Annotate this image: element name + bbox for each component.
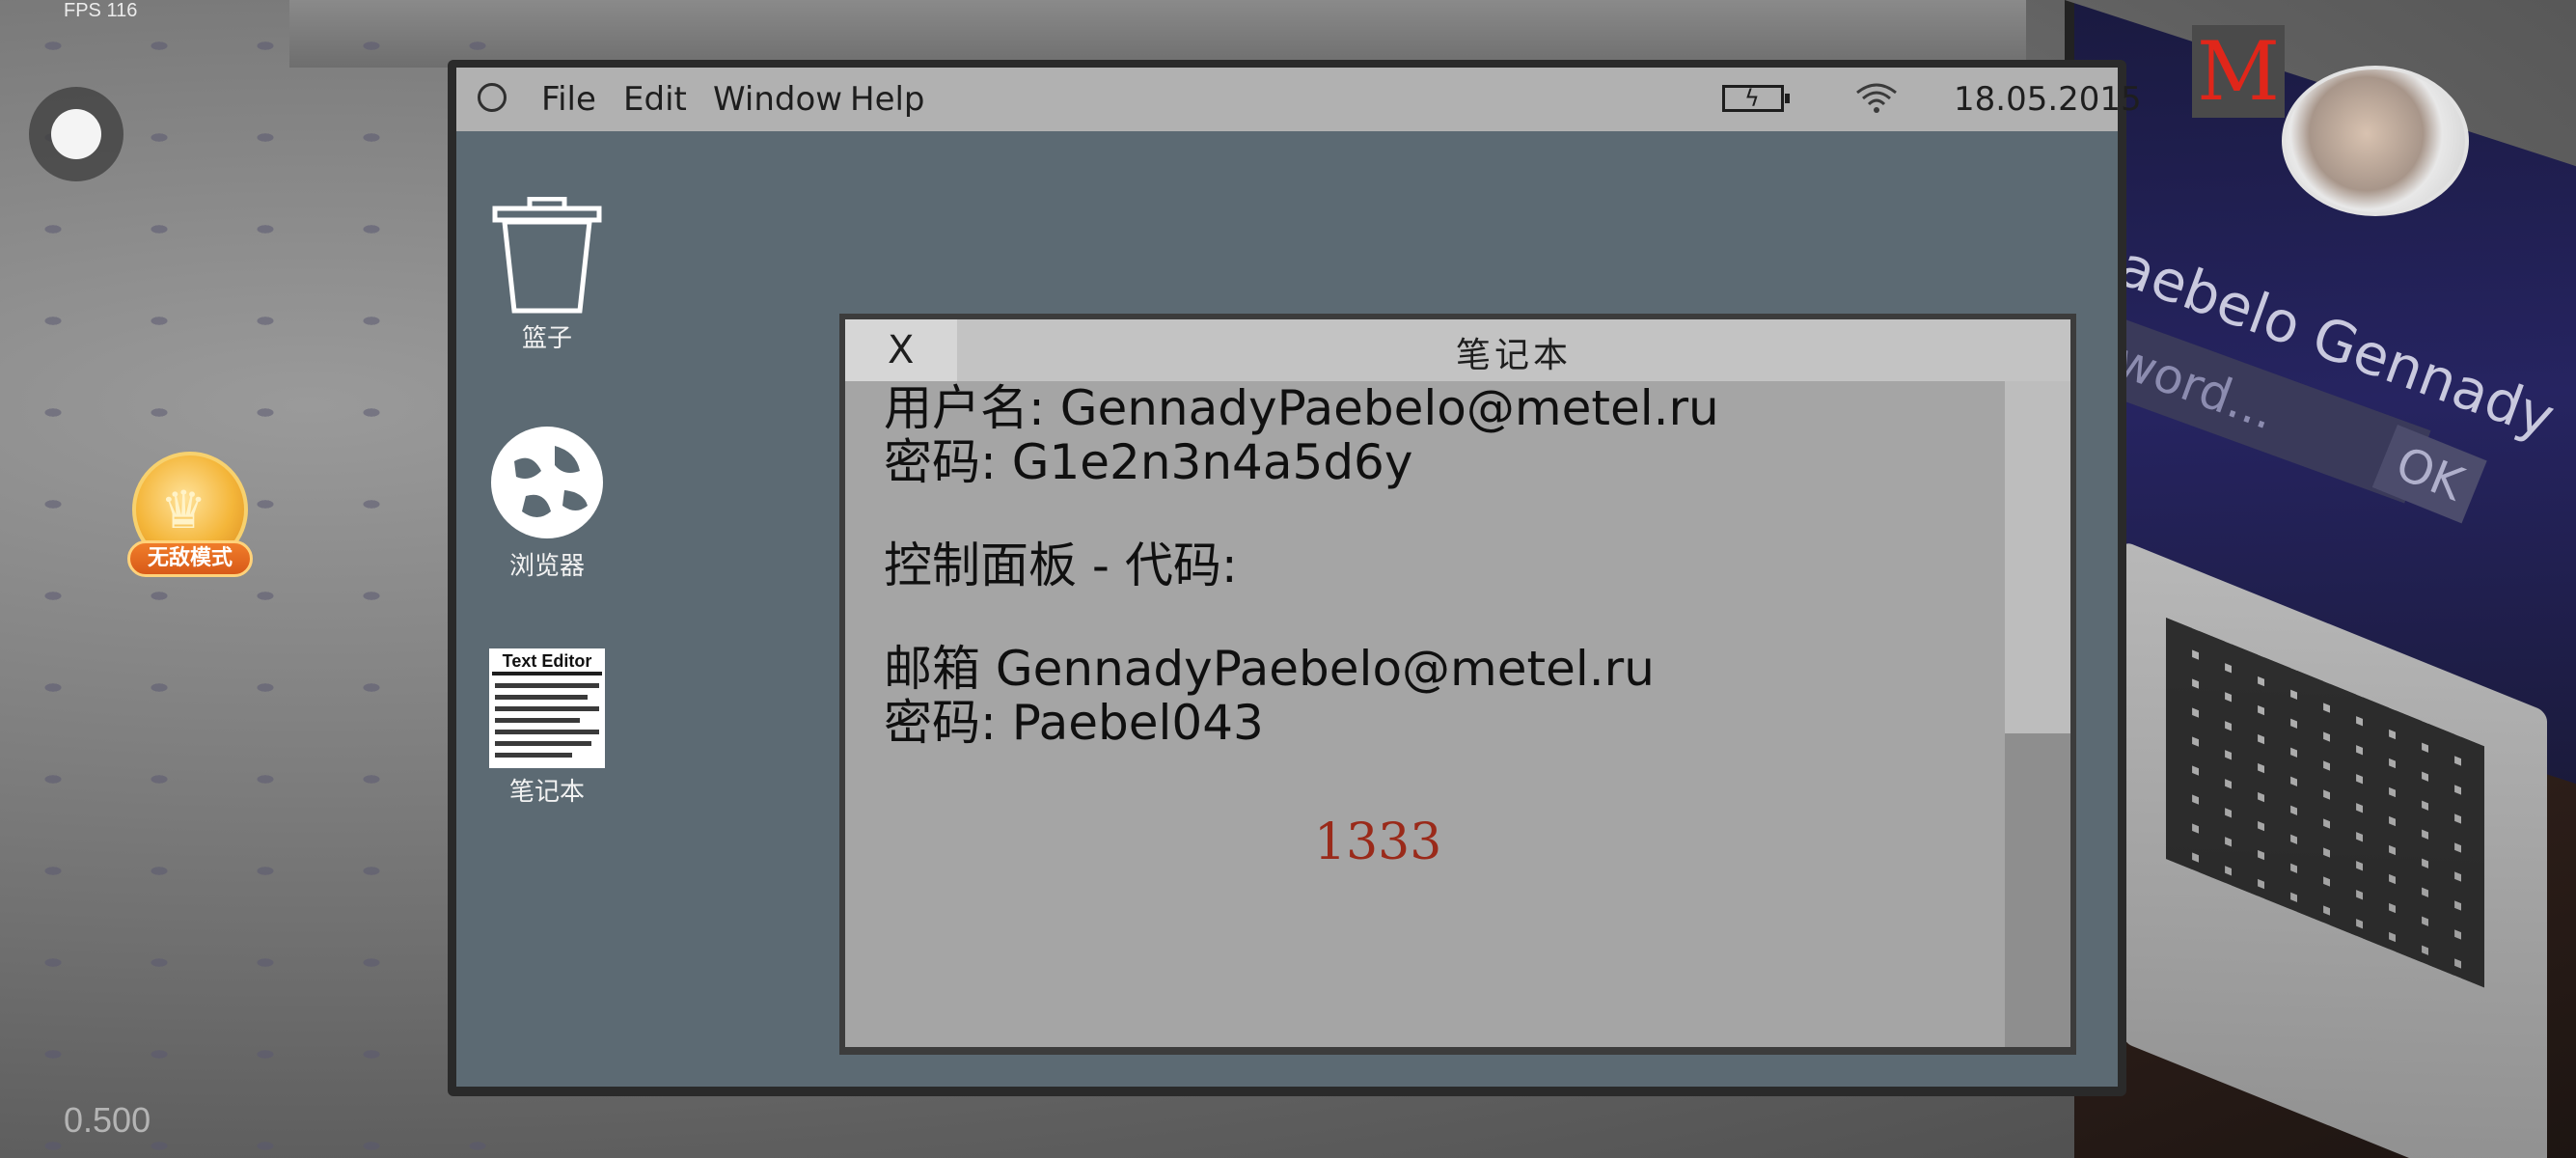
desktop-icon-label: 笔记本 xyxy=(508,778,585,807)
zoom-readout: 0.500 xyxy=(64,1100,151,1140)
desktop-icon-notebook[interactable]: Text Editor 笔记本 xyxy=(460,648,634,807)
desktop-icon-trash[interactable]: 篮子 xyxy=(460,197,634,353)
battery-icon: ϟ xyxy=(1722,85,1790,112)
window-title: 笔记本 xyxy=(1455,336,1572,375)
trash-icon xyxy=(492,197,602,314)
note-line: 邮箱 GennadyPaebelo@metel.ru xyxy=(884,641,1655,697)
menu-bar: File Edit Window Help ϟ 18.05.2015 xyxy=(456,68,2142,131)
desktop-icon-label: 篮子 xyxy=(521,324,572,353)
scrollbar-thumb[interactable] xyxy=(2005,381,2070,733)
menu-help[interactable]: Help xyxy=(850,79,925,120)
game-scene: Paebelo Gennady word... OK M FPS 116 ♛ 无… xyxy=(0,0,2576,1158)
action-dot-icon xyxy=(51,109,101,159)
note-line: 密码: Paebel043 xyxy=(884,695,1264,751)
desktop-icon-label: 浏览器 xyxy=(508,552,585,581)
god-mode-label: 无敌模式 xyxy=(127,540,253,577)
couch-backrest xyxy=(289,0,2026,68)
fps-counter: FPS 116 xyxy=(64,0,138,21)
os-logo-icon[interactable] xyxy=(478,83,507,112)
action-button[interactable] xyxy=(29,87,123,181)
menu-edit[interactable]: Edit xyxy=(623,79,687,120)
m-logo-icon[interactable]: M xyxy=(2192,25,2285,118)
notebook-content[interactable]: 用户名: GennadyPaebelo@metel.ru 密码: G1e2n3n… xyxy=(845,381,2005,1047)
handwritten-code: 1333 xyxy=(1314,813,1442,871)
god-mode-badge[interactable]: ♛ 无敌模式 xyxy=(127,452,253,587)
notebook-window: X 笔记本 用户名: GennadyPaebelo@metel.ru 密码: G… xyxy=(839,314,2076,1055)
close-button[interactable]: X xyxy=(845,319,957,381)
text-editor-badge: Text Editor xyxy=(502,651,592,671)
note-line: 密码: G1e2n3n4a5d6y xyxy=(884,434,1413,490)
note-line: 用户名: GennadyPaebelo@metel.ru xyxy=(884,381,1719,436)
wifi-icon xyxy=(1853,81,1900,123)
date-display: 18.05.2015 xyxy=(1954,80,2142,119)
menu-window[interactable]: Window xyxy=(713,79,842,120)
note-line: 控制面板 - 代码: xyxy=(884,538,1238,593)
globe-icon xyxy=(491,427,603,538)
desktop-icon-browser[interactable]: 浏览器 xyxy=(460,423,634,581)
menu-file[interactable]: File xyxy=(541,79,596,120)
crown-icon: ♛ xyxy=(160,480,207,540)
login-avatar xyxy=(2282,66,2469,216)
